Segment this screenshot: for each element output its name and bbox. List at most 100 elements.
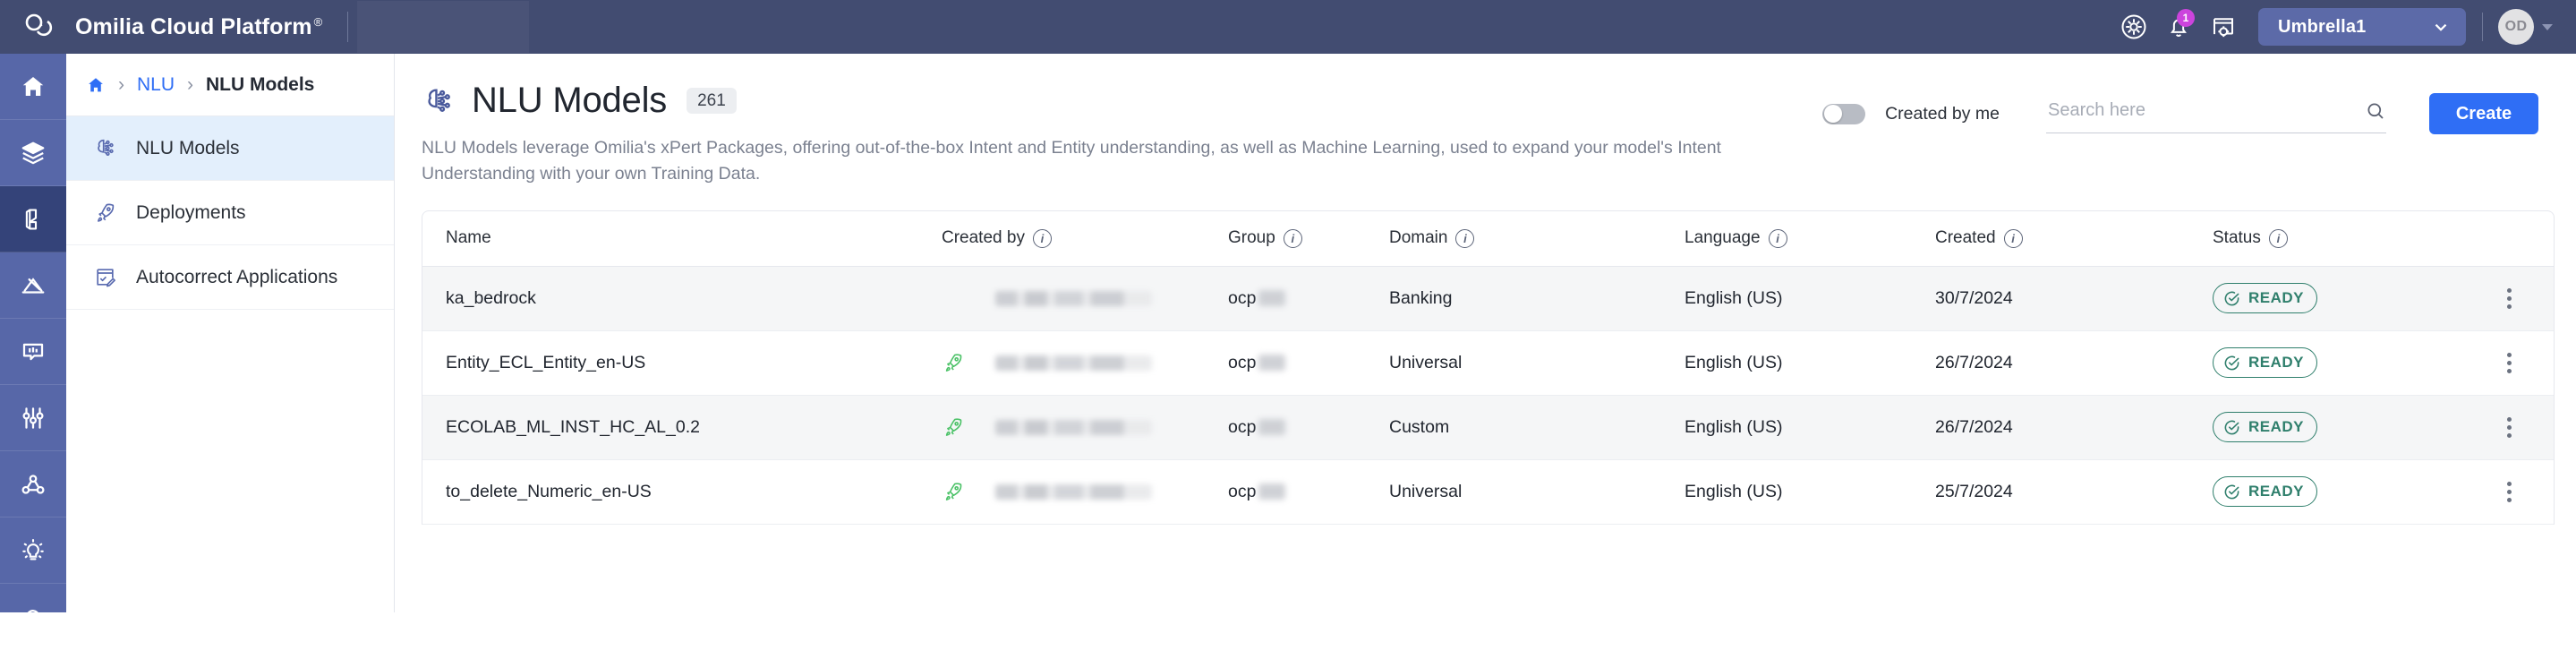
header-ghost-panel: [357, 1, 530, 53]
redacted-creator: [995, 419, 1152, 435]
app-settings-window-icon[interactable]: [2201, 7, 2246, 47]
sidebar-item-nlu-models[interactable]: NLU Models: [66, 116, 394, 181]
table-row[interactable]: Entity_ECL_Entity_en-US ocp Universal Engli…: [422, 331, 2554, 396]
cell-status: READY: [2213, 347, 2464, 379]
search-icon[interactable]: [2365, 100, 2386, 127]
created-by-me-toggle[interactable]: [1822, 103, 1866, 124]
status-badge: READY: [2213, 476, 2318, 508]
redacted-group-suffix: [1258, 290, 1286, 307]
rail-item-layers[interactable]: [0, 120, 66, 186]
cell-name[interactable]: ECOLAB_ML_INST_HC_AL_0.2: [422, 417, 942, 438]
header-divider: [347, 12, 349, 42]
rail-item-home[interactable]: [0, 54, 66, 120]
notifications-bell-icon[interactable]: 1: [2156, 7, 2201, 47]
kebab-menu-icon[interactable]: [2502, 347, 2517, 379]
check-circle-icon: [2223, 290, 2240, 307]
page-title: NLU Models: [472, 81, 668, 120]
cell-language: English (US): [1685, 352, 1783, 372]
cell-actions[interactable]: [2464, 412, 2554, 443]
main-content: NLU Models 261 NLU Models leverage Omili…: [395, 54, 2576, 612]
check-circle-icon: [2223, 483, 2240, 500]
rail-item-analytics[interactable]: [0, 252, 66, 319]
rocket-icon: [91, 201, 118, 225]
status-badge: READY: [2213, 412, 2318, 443]
cell-actions[interactable]: [2464, 476, 2554, 508]
model-count-badge: 261: [687, 88, 737, 114]
autocorrect-doc-icon: [91, 265, 118, 289]
rail-item-insights[interactable]: [0, 517, 66, 584]
breadcrumb-home-icon[interactable]: [86, 75, 106, 95]
column-header-domain[interactable]: Domain i: [1389, 228, 1685, 248]
column-header-status[interactable]: Status i: [2213, 228, 2464, 248]
info-icon[interactable]: i: [2268, 228, 2288, 248]
column-header-created-by[interactable]: Created by i: [942, 228, 1228, 248]
check-circle-icon: [2223, 419, 2240, 436]
table-header-row: Name Created by i Group i Domain i Langu…: [422, 211, 2554, 267]
cell-domain: Custom: [1389, 416, 1450, 437]
cell-name[interactable]: to_delete_Numeric_en-US: [422, 482, 942, 502]
user-menu[interactable]: OD: [2498, 9, 2553, 45]
left-nav-panel: › NLU › NLU Models NLU Models Deployment…: [66, 54, 395, 612]
cell-group: ocp: [1228, 417, 1389, 438]
breadcrumb-link-nlu[interactable]: NLU: [137, 74, 175, 96]
info-icon[interactable]: i: [2003, 228, 2023, 248]
sidebar-item-deployments[interactable]: Deployments: [66, 181, 394, 245]
breadcrumb: › NLU › NLU Models: [66, 54, 394, 116]
cell-status: READY: [2213, 476, 2464, 508]
table-row[interactable]: ECOLAB_ML_INST_HC_AL_0.2 ocp Custom English…: [422, 395, 2554, 460]
kebab-menu-icon[interactable]: [2502, 283, 2517, 314]
create-button[interactable]: Create: [2429, 93, 2538, 134]
breadcrumb-separator-1: ›: [118, 74, 124, 95]
search-input[interactable]: [2046, 100, 2315, 126]
cell-status: READY: [2213, 412, 2464, 443]
status-label: READY: [2248, 354, 2305, 372]
cell-actions[interactable]: [2464, 347, 2554, 379]
rocket-icon: [942, 480, 965, 503]
column-header-name[interactable]: Name: [422, 228, 942, 248]
page-title-block: NLU Models 261 NLU Models leverage Omili…: [422, 81, 1822, 187]
support-gear-circle-icon[interactable]: [2111, 7, 2156, 47]
status-label: READY: [2248, 289, 2305, 307]
cell-group: ocp: [1228, 353, 1389, 373]
cell-language: English (US): [1685, 481, 1783, 501]
brand-title: Omilia Cloud Platform ®: [75, 13, 323, 39]
cell-created-by: [942, 415, 1228, 439]
cell-name[interactable]: ka_bedrock: [422, 288, 942, 309]
top-header-bar: Omilia Cloud Platform ® 1 Umbrella1 OD: [0, 0, 2576, 54]
column-header-language[interactable]: Language i: [1685, 228, 1935, 248]
rail-item-graph[interactable]: [0, 451, 66, 517]
table-body: ka_bedrock ocp Banking English (US) 30/7/202…: [422, 266, 2554, 525]
redacted-creator: [995, 291, 1152, 307]
cell-group: ocp: [1228, 482, 1389, 502]
table-row[interactable]: to_delete_Numeric_en-US ocp Universal Engli…: [422, 460, 2554, 525]
rail-item-tuning[interactable]: [0, 385, 66, 451]
info-icon[interactable]: i: [1032, 228, 1052, 248]
cell-actions[interactable]: [2464, 283, 2554, 314]
tenant-selector-button[interactable]: Umbrella1: [2258, 8, 2466, 46]
app-icon-rail: [0, 54, 66, 650]
sidebar-item-autocorrect-applications[interactable]: Autocorrect Applications: [66, 245, 394, 310]
brand-area[interactable]: Omilia Cloud Platform ®: [0, 0, 322, 54]
table-row[interactable]: ka_bedrock ocp Banking English (US) 30/7/202…: [422, 266, 2554, 331]
cell-created-by: [942, 480, 1228, 503]
created-by-me-label: Created by me: [1885, 103, 2000, 124]
kebab-menu-icon[interactable]: [2502, 476, 2517, 508]
kebab-menu-icon[interactable]: [2502, 412, 2517, 443]
cell-domain: Universal: [1389, 481, 1463, 501]
redacted-creator: [995, 355, 1152, 371]
page-title-row: NLU Models 261: [422, 81, 1822, 121]
brain-nlu-icon: [422, 84, 456, 118]
cell-name[interactable]: Entity_ECL_Entity_en-US: [422, 353, 942, 373]
info-icon[interactable]: i: [1768, 228, 1787, 248]
sidebar-nav-list: NLU Models Deployments Autocorrect Appli…: [66, 116, 394, 310]
column-header-group[interactable]: Group i: [1228, 228, 1389, 248]
column-header-created[interactable]: Created i: [1935, 228, 2213, 248]
info-icon[interactable]: i: [1455, 228, 1475, 248]
rail-item-dialog[interactable]: [0, 319, 66, 385]
cell-created: 30/7/2024: [1935, 287, 2013, 308]
info-icon[interactable]: i: [1283, 228, 1302, 248]
rail-item-cloud[interactable]: [0, 584, 66, 650]
cell-domain: Universal: [1389, 352, 1463, 372]
rail-item-nlu-models[interactable]: [0, 186, 66, 252]
search-box[interactable]: [2046, 94, 2386, 133]
